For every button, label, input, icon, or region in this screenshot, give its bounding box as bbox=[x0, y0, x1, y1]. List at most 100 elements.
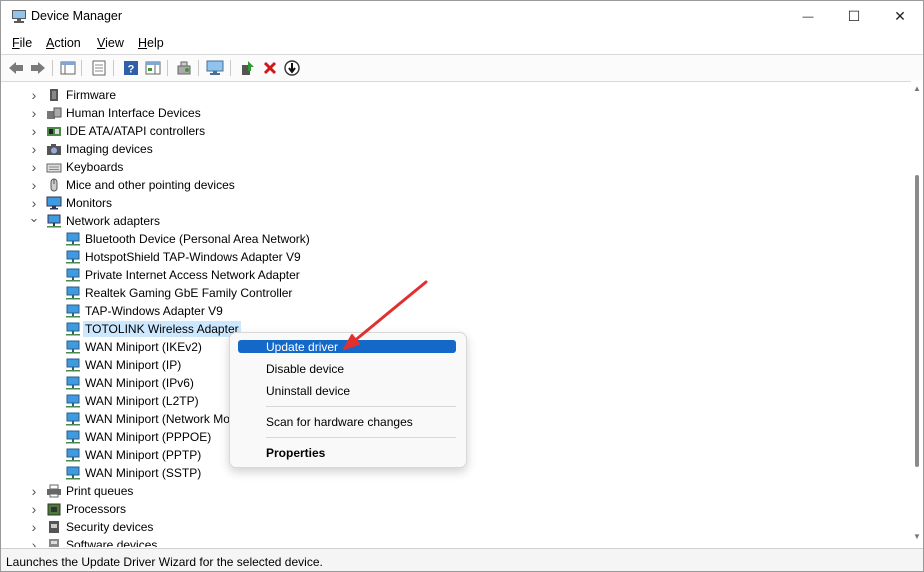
tree-device-wan-miniport-pppoe[interactable]: WAN Miniport (PPPOE) bbox=[65, 428, 211, 446]
chevron-down-icon[interactable]: ⌄ bbox=[29, 210, 40, 225]
context-item-properties[interactable]: Properties bbox=[238, 445, 456, 460]
minimize-icon: — bbox=[802, 10, 814, 23]
menu-action[interactable]: Action bbox=[46, 36, 81, 50]
chevron-right-icon[interactable]: › bbox=[29, 141, 39, 157]
adapter-icon bbox=[66, 268, 80, 282]
chevron-right-icon[interactable]: › bbox=[29, 177, 39, 193]
tree-category-human-interface-devices[interactable]: Human Interface Devices bbox=[46, 104, 201, 122]
tree-device-label: HotspotShield TAP-Windows Adapter V9 bbox=[85, 250, 301, 264]
scan-hardware-icon[interactable] bbox=[175, 59, 193, 77]
status-bar: Launches the Update Driver Wizard for th… bbox=[1, 548, 923, 571]
tree-category-label: Mice and other pointing devices bbox=[66, 178, 235, 192]
scroll-down-icon[interactable]: ▼ bbox=[913, 533, 921, 541]
tree-category-mice-and-other-pointing-devices[interactable]: Mice and other pointing devices bbox=[46, 176, 235, 194]
tree-device-private-internet-access-network-adapter[interactable]: Private Internet Access Network Adapter bbox=[65, 266, 300, 284]
context-item-uninstall-device[interactable]: Uninstall device bbox=[238, 383, 456, 398]
device-manager-window: Device Manager — ☐ ✕ File Action View He… bbox=[0, 0, 924, 572]
ide-icon bbox=[47, 127, 61, 136]
tree-category-monitors[interactable]: Monitors bbox=[46, 194, 112, 212]
menu-help[interactable]: Help bbox=[138, 36, 164, 50]
tree-category-keyboards[interactable]: Keyboards bbox=[46, 158, 123, 176]
chevron-right-icon[interactable]: › bbox=[29, 501, 39, 517]
tree-device-bluetooth-device-personal-area-network[interactable]: Bluetooth Device (Personal Area Network) bbox=[65, 230, 310, 248]
context-item-update-driver[interactable]: Update driver bbox=[238, 340, 456, 354]
tree-device-hotspotshield-tap-windows-adapter-v9[interactable]: HotspotShield TAP-Windows Adapter V9 bbox=[65, 248, 301, 266]
tree-category-label: Firmware bbox=[66, 88, 116, 102]
tree-category-imaging-devices[interactable]: Imaging devices bbox=[46, 140, 153, 158]
back-arrow-icon[interactable] bbox=[7, 59, 25, 77]
chevron-right-icon[interactable]: › bbox=[29, 519, 39, 535]
tree-device-wan-miniport-ikev2[interactable]: WAN Miniport (IKEv2) bbox=[65, 338, 202, 356]
title-bar[interactable]: Device Manager — ☐ ✕ bbox=[1, 1, 923, 32]
context-item-disable-device[interactable]: Disable device bbox=[238, 361, 456, 376]
adapter-icon bbox=[66, 322, 80, 336]
context-separator bbox=[266, 437, 456, 438]
printer-icon bbox=[47, 484, 61, 498]
camera-icon bbox=[47, 144, 61, 155]
forward-arrow-icon[interactable] bbox=[29, 59, 47, 77]
tree-category-print-queues[interactable]: Print queues bbox=[46, 482, 133, 500]
tree-device-tap-windows-adapter-v9[interactable]: TAP-Windows Adapter V9 bbox=[65, 302, 223, 320]
chevron-right-icon[interactable]: › bbox=[29, 87, 39, 103]
menu-file[interactable]: File bbox=[12, 36, 32, 50]
adapter-icon bbox=[66, 430, 80, 444]
tree-category-firmware[interactable]: Firmware bbox=[46, 86, 116, 104]
vertical-scrollbar[interactable]: ▲ ▼ bbox=[911, 81, 923, 547]
tree-device-label: WAN Miniport (PPTP) bbox=[85, 448, 202, 462]
chevron-right-icon[interactable]: › bbox=[29, 537, 39, 547]
chevron-right-icon[interactable]: › bbox=[29, 159, 39, 175]
adapter-icon bbox=[66, 448, 80, 462]
tree-category-label: Software devices bbox=[66, 538, 158, 547]
tree-category-label: Print queues bbox=[66, 484, 134, 498]
properties-icon[interactable] bbox=[90, 59, 108, 77]
close-button[interactable]: ✕ bbox=[877, 1, 923, 32]
close-icon: ✕ bbox=[894, 8, 906, 24]
scrollbar-thumb[interactable] bbox=[915, 175, 919, 467]
uninstall-icon[interactable] bbox=[261, 59, 279, 77]
tree-device-wan-miniport-pptp[interactable]: WAN Miniport (PPTP) bbox=[65, 446, 201, 464]
tree-device-label: TOTOLINK Wireless Adapter bbox=[83, 321, 241, 337]
tree-category-processors[interactable]: Processors bbox=[46, 500, 126, 518]
processor-icon bbox=[47, 503, 61, 516]
tree-category-software-devices[interactable]: Software devices bbox=[46, 536, 157, 547]
status-text: Launches the Update Driver Wizard for th… bbox=[6, 555, 323, 569]
tree-device-totolink-wireless-adapter[interactable]: TOTOLINK Wireless Adapter bbox=[65, 320, 241, 338]
console-tree-icon[interactable] bbox=[59, 59, 77, 77]
svg-text:?: ? bbox=[128, 64, 135, 76]
chevron-right-icon[interactable]: › bbox=[29, 105, 39, 121]
adapter-icon bbox=[66, 286, 80, 300]
tree-device-realtek-gaming-gbe-family-controller[interactable]: Realtek Gaming GbE Family Controller bbox=[65, 284, 292, 302]
adapter-icon bbox=[66, 340, 80, 354]
tree-device-wan-miniport-sstp[interactable]: WAN Miniport (SSTP) bbox=[65, 464, 201, 482]
monitor-icon bbox=[46, 196, 62, 210]
tree-category-ide-ata-atapi-controllers[interactable]: IDE ATA/ATAPI controllers bbox=[46, 122, 205, 140]
tree-device-wan-miniport-l2tp[interactable]: WAN Miniport (L2TP) bbox=[65, 392, 199, 410]
menu-view[interactable]: View bbox=[97, 36, 124, 50]
chevron-right-icon[interactable]: › bbox=[29, 123, 39, 139]
tree-category-label: Network adapters bbox=[66, 214, 161, 228]
tree-category-label: Processors bbox=[66, 502, 127, 516]
tree-category-label: Keyboards bbox=[66, 160, 124, 174]
disable-icon[interactable] bbox=[283, 59, 301, 77]
action-pane-icon[interactable] bbox=[144, 59, 162, 77]
keyboard-icon bbox=[46, 163, 62, 173]
chevron-right-icon[interactable]: › bbox=[29, 195, 39, 211]
monitor-icon[interactable] bbox=[206, 59, 224, 77]
context-menu: Update driver Disable device Uninstall d… bbox=[229, 332, 467, 468]
firmware-icon bbox=[50, 89, 58, 101]
chevron-right-icon[interactable]: › bbox=[29, 483, 39, 499]
minimize-button[interactable]: — bbox=[785, 1, 831, 32]
context-item-scan-hardware[interactable]: Scan for hardware changes bbox=[238, 414, 456, 429]
help-icon[interactable]: ? bbox=[122, 59, 140, 77]
tree-device-wan-miniport-ip[interactable]: WAN Miniport (IP) bbox=[65, 356, 181, 374]
tree-device-wan-miniport-ipv6[interactable]: WAN Miniport (IPv6) bbox=[65, 374, 194, 392]
device-tree[interactable]: › Firmware › Human Interface Devices › IDE AT… bbox=[1, 81, 911, 547]
scroll-up-icon[interactable]: ▲ bbox=[913, 85, 921, 93]
tree-device-label: WAN Miniport (IKEv2) bbox=[85, 340, 202, 354]
maximize-button[interactable]: ☐ bbox=[831, 1, 877, 32]
tree-category-network-adapters[interactable]: Network adapters bbox=[46, 212, 160, 230]
toolbar-separator bbox=[81, 60, 82, 76]
update-driver-icon[interactable] bbox=[238, 59, 256, 77]
menu-bar: File Action View Help bbox=[1, 33, 923, 53]
tree-category-security-devices[interactable]: Security devices bbox=[46, 518, 153, 536]
